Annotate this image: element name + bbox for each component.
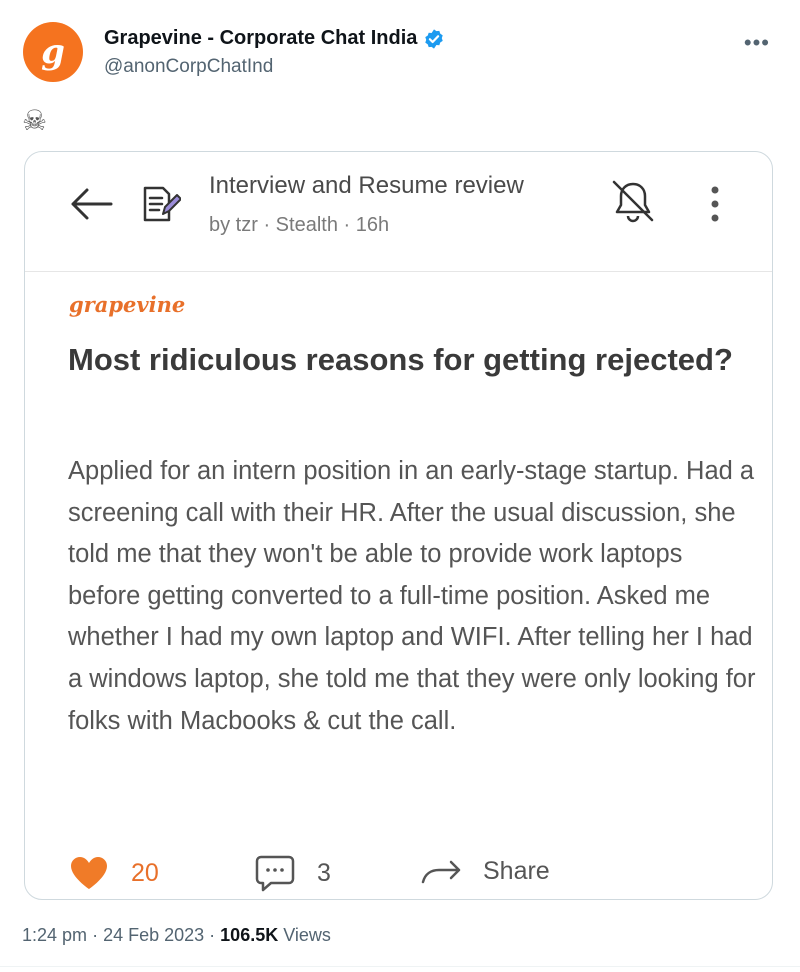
like-count: 20: [131, 858, 159, 887]
post-body: Applied for an intern position in an ear…: [68, 457, 756, 735]
share-button[interactable]: Share: [421, 856, 550, 886]
embedded-image-card[interactable]: Interview and Resume review by tzr · Ste…: [24, 151, 773, 900]
brand-logo: grapevine: [69, 292, 186, 317]
document-edit-icon: [143, 186, 181, 222]
like-button[interactable]: 20: [69, 855, 159, 891]
post-meta: by tzr · Stealth · 16h: [209, 214, 390, 236]
avatar[interactable]: g: [23, 22, 83, 82]
tweet-timestamp: 1:24 pm · 24 Feb 2023 · 106.5K Views: [22, 925, 331, 945]
post-actions: 20 3 Share: [25, 852, 772, 899]
post-headline: Most ridiculous reasons for getting reje…: [68, 342, 733, 377]
bell-off-icon[interactable]: [610, 176, 656, 226]
heart-icon: [71, 857, 107, 889]
author-name-row[interactable]: Grapevine - Corporate Chat India: [104, 27, 445, 50]
tweet-date[interactable]: 24 Feb 2023: [103, 925, 204, 945]
views-count: 106.5K: [220, 925, 279, 945]
author-name[interactable]: Grapevine - Corporate Chat India: [104, 27, 417, 50]
kebab-menu-icon[interactable]: [705, 184, 725, 224]
verified-badge-icon: [425, 28, 444, 49]
post-header: Interview and Resume review by tzr · Ste…: [25, 152, 772, 272]
author-handle[interactable]: @anonCorpChatInd: [104, 56, 445, 78]
views-label: Views: [283, 925, 331, 945]
comment-icon: [255, 855, 295, 892]
share-label: Share: [483, 856, 550, 885]
back-arrow-icon[interactable]: [69, 186, 113, 222]
comment-count: 3: [317, 858, 331, 887]
share-arrow-icon: [421, 860, 461, 884]
comment-button[interactable]: 3: [255, 854, 331, 892]
author-block: Grapevine - Corporate Chat India @anonCo…: [104, 27, 445, 78]
post-category-title: Interview and Resume review: [209, 172, 524, 199]
tweet-text: ☠: [22, 105, 48, 136]
more-horizontal-icon[interactable]: •••: [744, 30, 770, 56]
divider: [0, 966, 800, 967]
tweet-time[interactable]: 1:24 pm: [22, 925, 87, 945]
